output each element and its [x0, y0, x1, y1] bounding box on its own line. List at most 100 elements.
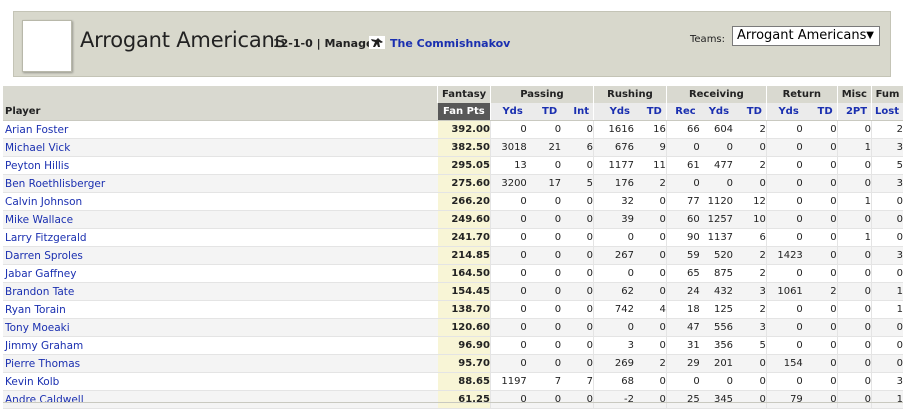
- col-ret-td[interactable]: TD: [802, 103, 838, 121]
- fum-lost: 3: [871, 372, 903, 391]
- pass-td: 0: [526, 228, 562, 247]
- col-pass-yds[interactable]: Yds: [489, 103, 527, 121]
- rec-td: 0: [733, 138, 767, 157]
- col-pass-int[interactable]: Int: [561, 103, 594, 121]
- table-row: Larry Fitzgerald 241.70 0 0 0 0 0 90 1137 6 0 0 1 0: [3, 228, 903, 247]
- fum-lost: 2: [871, 120, 903, 139]
- player-name[interactable]: Arian Foster: [3, 120, 438, 139]
- ret-yds: 0: [765, 318, 803, 337]
- player-name[interactable]: Darren Sproles: [3, 246, 438, 265]
- fan-pts: 138.70: [437, 300, 491, 319]
- pass-yds: 0: [489, 318, 527, 337]
- fum-lost: 0: [871, 210, 903, 229]
- player-name[interactable]: Tony Moeaki: [3, 318, 438, 337]
- col-pass-td[interactable]: TD: [526, 103, 562, 121]
- col-fan-pts[interactable]: Fan Pts: [437, 103, 491, 121]
- table-row: Michael Vick 382.50 3018 21 6 676 9 0 0 0 0 0 1 3: [3, 138, 903, 157]
- pass-yds: 0: [489, 336, 527, 355]
- pass-td: 0: [526, 120, 562, 139]
- ret-yds: 1061: [765, 282, 803, 301]
- ret-yds: 0: [765, 228, 803, 247]
- misc-2pt: 0: [836, 372, 872, 391]
- pass-yds: 0: [489, 192, 527, 211]
- player-name[interactable]: Kevin Kolb: [3, 372, 438, 391]
- col-rec-td[interactable]: TD: [733, 103, 767, 121]
- fum-lost: 5: [871, 156, 903, 175]
- fan-pts: 214.85: [437, 246, 491, 265]
- player-name[interactable]: Brandon Tate: [3, 282, 438, 301]
- table-row: Mike Wallace 249.60 0 0 0 39 0 60 1257 10 0 0 0 0: [3, 210, 903, 229]
- player-name[interactable]: Jimmy Graham: [3, 336, 438, 355]
- fan-pts: 295.05: [437, 156, 491, 175]
- rush-td: 2: [633, 174, 667, 193]
- rush-yds: 32: [593, 192, 634, 211]
- pass-int: 0: [561, 354, 594, 373]
- ret-td: 0: [802, 228, 838, 247]
- fum-lost: 1: [871, 300, 903, 319]
- pass-int: 0: [561, 336, 594, 355]
- col-rec-yds[interactable]: Yds: [699, 103, 734, 121]
- rush-td: 2: [633, 354, 667, 373]
- player-name[interactable]: Ben Roethlisberger: [3, 174, 438, 193]
- rec-rec: 31: [665, 336, 700, 355]
- player-name[interactable]: Calvin Johnson: [3, 192, 438, 211]
- rec-rec: 24: [665, 282, 700, 301]
- pass-int: 6: [561, 138, 594, 157]
- rec-yds: 520: [699, 246, 734, 265]
- pass-td: 17: [526, 174, 562, 193]
- col-rec-rec[interactable]: Rec: [665, 103, 700, 121]
- table-row: Ben Roethlisberger 275.60 3200 17 5 176 2 0 0 0 0 0…: [3, 174, 903, 193]
- col-misc-2pt[interactable]: 2PT: [836, 103, 872, 121]
- col-rush-td[interactable]: TD: [633, 103, 667, 121]
- rush-yds: 0: [593, 318, 634, 337]
- rec-td: 3: [733, 282, 767, 301]
- col-fum-lost[interactable]: Lost: [871, 103, 903, 121]
- pass-int: 0: [561, 300, 594, 319]
- ret-td: 0: [802, 210, 838, 229]
- rec-yds: 0: [699, 372, 734, 391]
- pass-td: 7: [526, 372, 562, 391]
- col-ret-yds[interactable]: Yds: [765, 103, 803, 121]
- misc-2pt: 0: [836, 354, 872, 373]
- misc-2pt: 0: [836, 264, 872, 283]
- player-name[interactable]: Ryan Torain: [3, 300, 438, 319]
- ret-td: 0: [802, 246, 838, 265]
- rec-yds: 432: [699, 282, 734, 301]
- fum-lost: 3: [871, 174, 903, 193]
- fum-lost: 0: [871, 318, 903, 337]
- ret-yds: 0: [765, 300, 803, 319]
- player-name[interactable]: Pierre Thomas: [3, 354, 438, 373]
- fan-pts: 241.70: [437, 228, 491, 247]
- ret-td: 0: [802, 174, 838, 193]
- fum-lost: 3: [871, 138, 903, 157]
- player-name[interactable]: Michael Vick: [3, 138, 438, 157]
- player-name[interactable]: Peyton Hillis: [3, 156, 438, 175]
- pass-yds: 0: [489, 282, 527, 301]
- rush-yds: 0: [593, 264, 634, 283]
- teams-select[interactable]: Arrogant Americans ▼: [732, 26, 880, 46]
- rec-td: 0: [733, 174, 767, 193]
- table-row: Jimmy Graham 96.90 0 0 0 3 0 31 356 5 0 0 0 0: [3, 336, 903, 355]
- group-return: Return: [765, 86, 838, 103]
- rush-yds: 1177: [593, 156, 634, 175]
- rec-td: 0: [733, 372, 767, 391]
- manager-link[interactable]: The Commishnakov: [390, 37, 510, 50]
- ret-yds: 0: [765, 336, 803, 355]
- player-name[interactable]: Mike Wallace: [3, 210, 438, 229]
- ret-td: 0: [802, 300, 838, 319]
- player-name[interactable]: Larry Fitzgerald: [3, 228, 438, 247]
- column-header-row: Player Fan Pts Yds TD Int Yds TD Rec Yds…: [3, 103, 903, 121]
- col-player[interactable]: Player: [3, 103, 438, 121]
- col-rush-yds[interactable]: Yds: [593, 103, 634, 121]
- fan-pts: 382.50: [437, 138, 491, 157]
- player-name[interactable]: Jabar Gaffney: [3, 264, 438, 283]
- pass-yds: 0: [489, 354, 527, 373]
- ret-yds: 0: [765, 264, 803, 283]
- rec-rec: 65: [665, 264, 700, 283]
- pass-yds: 0: [489, 228, 527, 247]
- table-row: Calvin Johnson 266.20 0 0 0 32 0 77 1120 12 0 0 1 0: [3, 192, 903, 211]
- rec-td: 2: [733, 156, 767, 175]
- pass-int: 7: [561, 372, 594, 391]
- rec-rec: 61: [665, 156, 700, 175]
- group-fum: Fum: [871, 86, 903, 103]
